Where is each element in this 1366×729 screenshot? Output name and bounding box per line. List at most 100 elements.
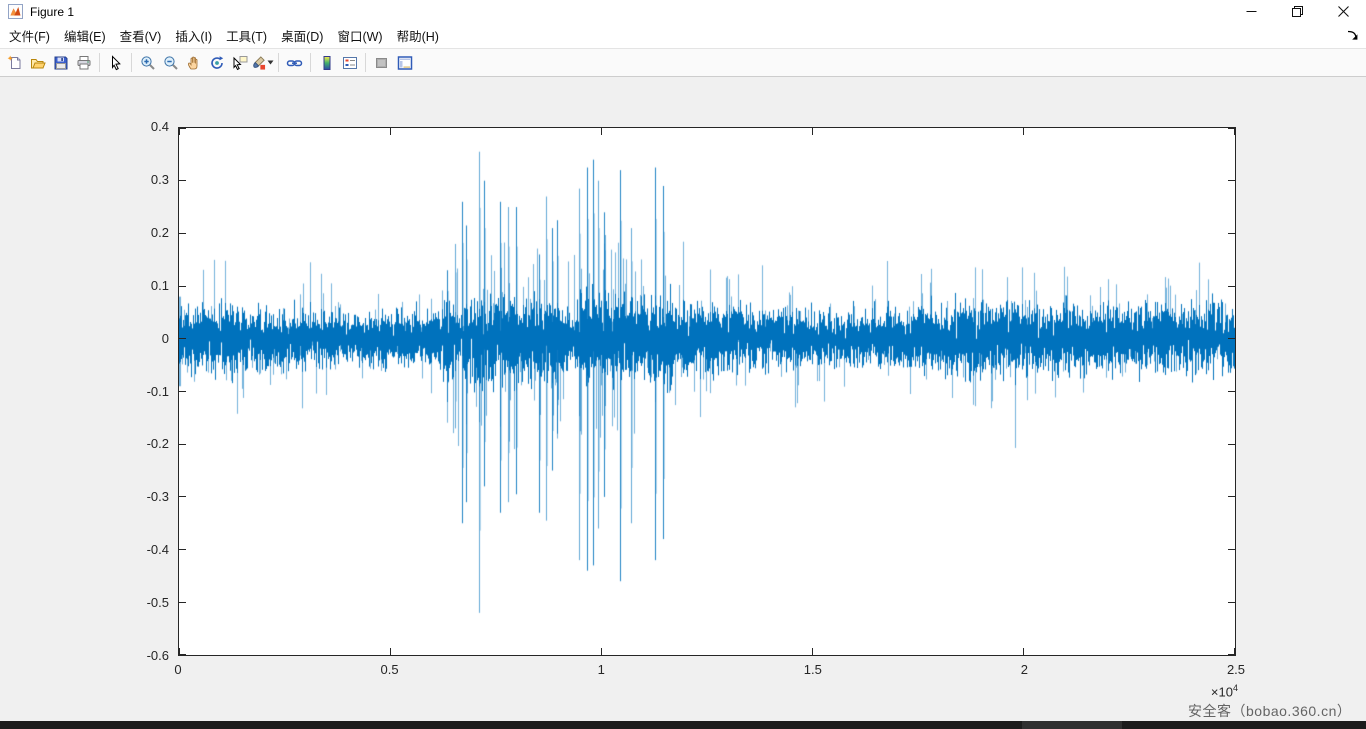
insert-legend-button[interactable] [338, 51, 361, 75]
y-tick-label: -0.1 [99, 384, 169, 399]
hide-plot-tools-button[interactable] [370, 51, 393, 75]
link-icon [286, 55, 303, 71]
y-tick-label: -0.6 [99, 648, 169, 663]
pan-hand-icon [186, 55, 202, 71]
edit-pointer-button[interactable] [104, 51, 127, 75]
close-icon [1338, 6, 1349, 17]
figure-window: Figure 1 文件(F) 编辑(E) [0, 0, 1366, 729]
toolbar-separator [365, 53, 366, 72]
x-tick-mark [1234, 128, 1235, 135]
y-tick-mark [1228, 338, 1235, 339]
minimize-button[interactable] [1228, 0, 1274, 23]
zoom-out-icon [163, 55, 179, 71]
y-tick-mark [1228, 654, 1235, 655]
y-tick-mark [179, 233, 186, 234]
data-cursor-icon [232, 55, 248, 71]
menu-insert[interactable]: 插入(I) [168, 21, 219, 50]
y-tick-mark [1228, 549, 1235, 550]
rotate-3d-button[interactable] [205, 51, 228, 75]
legend-icon [342, 55, 358, 71]
exponent-base: ×10 [1211, 684, 1233, 699]
waveform-canvas [179, 128, 1235, 655]
print-figure-button[interactable] [72, 51, 95, 75]
y-tick-mark [179, 391, 186, 392]
y-tick-label: -0.2 [99, 436, 169, 451]
y-tick-label: 0.1 [99, 278, 169, 293]
show-plot-tools-icon [397, 55, 413, 71]
menu-edit[interactable]: 编辑(E) [57, 21, 113, 50]
restore-button[interactable] [1274, 0, 1320, 23]
brush-data-button[interactable] [251, 51, 274, 75]
x-tick-mark [601, 128, 602, 135]
printer-icon [76, 55, 92, 71]
titlebar: Figure 1 [0, 0, 1366, 23]
new-figure-icon [7, 55, 23, 71]
y-tick-label: 0.4 [99, 119, 169, 134]
menu-desktop[interactable]: 桌面(D) [274, 21, 330, 50]
colorbar-icon [319, 55, 335, 71]
y-tick-mark [179, 444, 186, 445]
x-tick-mark [1023, 648, 1024, 655]
y-tick-mark [1228, 286, 1235, 287]
y-tick-mark [179, 602, 186, 603]
y-tick-mark [1228, 128, 1235, 129]
brush-dropdown-caret[interactable] [267, 60, 274, 65]
y-tick-label: -0.5 [99, 595, 169, 610]
y-tick-mark [179, 496, 186, 497]
rotate-3d-icon [209, 55, 225, 71]
x-tick-mark [812, 128, 813, 135]
matlab-figure-icon [8, 4, 23, 19]
y-tick-label: 0 [99, 331, 169, 346]
x-tick-mark [390, 128, 391, 135]
menu-window[interactable]: 窗口(W) [330, 21, 389, 50]
x-tick-label: 0.5 [360, 662, 420, 677]
y-tick-mark [179, 549, 186, 550]
minimize-icon [1246, 6, 1257, 17]
toolbar-separator [99, 53, 100, 72]
data-cursor-button[interactable] [228, 51, 251, 75]
taskbar-segment [1022, 721, 1122, 729]
menu-tools[interactable]: 工具(T) [219, 21, 274, 50]
y-tick-label: -0.4 [99, 542, 169, 557]
x-tick-label: 2.5 [1206, 662, 1266, 677]
y-tick-mark [1228, 180, 1235, 181]
toolbar-separator [131, 53, 132, 72]
x-tick-label: 2 [994, 662, 1054, 677]
zoom-out-button[interactable] [159, 51, 182, 75]
brush-icon [251, 55, 266, 71]
y-tick-mark [179, 180, 186, 181]
y-tick-label: 0.3 [99, 172, 169, 187]
y-tick-mark [1228, 391, 1235, 392]
insert-colorbar-button[interactable] [315, 51, 338, 75]
taskbar-strip [0, 721, 1366, 729]
toolbar-separator [310, 53, 311, 72]
menu-view[interactable]: 查看(V) [113, 21, 169, 50]
y-tick-mark [1228, 233, 1235, 234]
restore-icon [1292, 6, 1303, 17]
hide-plot-tools-icon [374, 55, 390, 71]
y-tick-mark [1228, 496, 1235, 497]
y-tick-mark [179, 654, 186, 655]
dock-figure-icon[interactable] [1346, 29, 1359, 42]
plot-axes [178, 127, 1236, 656]
zoom-in-button[interactable] [136, 51, 159, 75]
y-tick-mark [1228, 602, 1235, 603]
close-button[interactable] [1320, 0, 1366, 23]
new-figure-button[interactable] [3, 51, 26, 75]
y-tick-mark [1228, 444, 1235, 445]
menu-help[interactable]: 帮助(H) [390, 21, 446, 50]
pan-hand-button[interactable] [182, 51, 205, 75]
zoom-in-icon [140, 55, 156, 71]
x-tick-label: 0 [148, 662, 208, 677]
save-figure-button[interactable] [49, 51, 72, 75]
x-tick-label: 1.5 [783, 662, 843, 677]
menu-file[interactable]: 文件(F) [2, 21, 57, 50]
x-tick-mark [390, 648, 391, 655]
x-tick-mark [812, 648, 813, 655]
watermark: 安全客（bobao.360.cn） [1188, 701, 1351, 721]
x-tick-mark [1023, 128, 1024, 135]
open-folder-icon [30, 55, 46, 71]
link-plot-button[interactable] [283, 51, 306, 75]
open-file-button[interactable] [26, 51, 49, 75]
show-plot-tools-button[interactable] [393, 51, 416, 75]
